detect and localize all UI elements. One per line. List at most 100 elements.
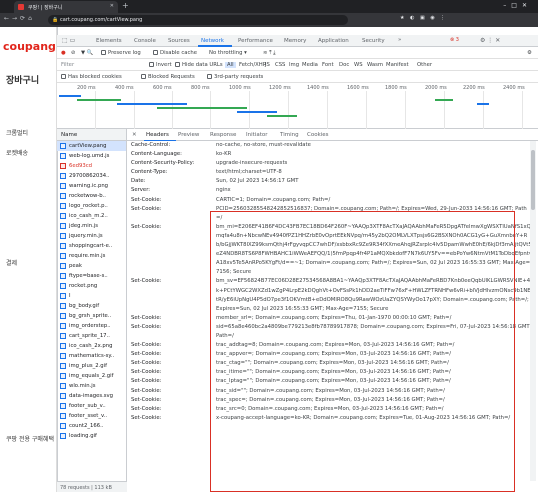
preserve-log-checkbox[interactable]: Preserve log <box>101 50 141 56</box>
request-item[interactable]: shoppingcart-e.. <box>57 241 126 251</box>
filter-ws[interactable]: WS <box>354 62 363 68</box>
request-item[interactable]: mathematics-sy.. <box>57 351 126 361</box>
request-item[interactable]: jquery.min.js <box>57 231 126 241</box>
header-row: Set-Cookie: PCID=25603285548242852516837;… <box>127 205 538 223</box>
request-item[interactable]: img_equals_2.gif <box>57 371 126 381</box>
disable-cache-checkbox[interactable]: Disable cache <box>153 50 197 56</box>
request-name: shoppingcart-e.. <box>69 243 113 249</box>
scrollbar-thumb[interactable] <box>531 150 535 210</box>
filter-manifest[interactable]: Manifest <box>386 62 409 68</box>
request-item[interactable]: count2_166.. <box>57 421 126 431</box>
request-item[interactable]: img_plus_2.gif <box>57 361 126 371</box>
request-item[interactable]: data-images.svg <box>57 391 126 401</box>
new-tab-icon[interactable]: + <box>122 1 129 10</box>
request-item[interactable]: ico_cash_2x.png <box>57 341 126 351</box>
request-item[interactable]: img_orderstep.. <box>57 321 126 331</box>
header-key: Set-Cookie: <box>131 369 162 376</box>
request-item[interactable]: ico_cash_m.2.. <box>57 211 126 221</box>
request-item[interactable]: loading.gif <box>57 431 126 441</box>
request-item[interactable]: footer_sset_v.. <box>57 411 126 421</box>
request-item[interactable]: require.min.js <box>57 251 126 261</box>
tab-network[interactable]: Network <box>201 38 224 44</box>
request-item[interactable]: web-log.umd.js <box>57 151 126 161</box>
request-item[interactable]: ftype=base-s.. <box>57 271 126 281</box>
invert-checkbox[interactable]: Invert <box>149 62 172 68</box>
clear-icon[interactable]: ⊘ <box>71 50 75 56</box>
tab-cookies[interactable]: Cookies <box>307 132 329 138</box>
name-column-header[interactable]: Name <box>57 129 127 141</box>
request-item[interactable]: logo_rocket.p.. <box>57 201 126 211</box>
site-text: 로켓배송 <box>6 150 29 157</box>
request-item[interactable]: jdeg.min.js <box>57 221 126 231</box>
request-item[interactable]: bg_grsh_sprite.. <box>57 311 126 321</box>
filter-doc[interactable]: Doc <box>339 62 349 68</box>
navigation-buttons[interactable]: ←→⟳⌂ <box>4 15 35 22</box>
filter-icon[interactable]: ▼ 🔍 <box>81 50 93 56</box>
filter-input[interactable]: Filter <box>61 62 74 68</box>
close-tab-icon[interactable]: ✕ <box>110 3 114 9</box>
header-value: sid=65a8e460bc2a4809be779213e8fb78789917… <box>216 323 532 339</box>
record-icon[interactable]: ● <box>61 50 66 56</box>
disable-cache-label: Disable cache <box>160 50 198 56</box>
request-item[interactable]: I <box>57 291 126 301</box>
header-value: trac_lptag=""; Domain=.coupang.com; Expi… <box>216 378 451 385</box>
site-logo[interactable]: coupang <box>3 40 56 53</box>
request-item[interactable]: rocket.png <box>57 281 126 291</box>
filter-other[interactable]: Other <box>417 62 432 68</box>
site-text: 결제 <box>6 260 18 267</box>
timeline-gridline <box>366 91 367 129</box>
throttling-select[interactable]: No throttling ▾ <box>209 50 247 56</box>
blocked-requests-checkbox[interactable]: Blocked Requests <box>141 74 195 80</box>
tab-sources[interactable]: Sources <box>168 38 190 44</box>
timeline-gridline <box>327 91 328 129</box>
window-controls[interactable]: –□✕ <box>503 2 532 9</box>
request-item[interactable]: footer_sub_v.. <box>57 401 126 411</box>
tab-memory[interactable]: Memory <box>284 38 306 44</box>
filter-all[interactable]: All <box>225 62 236 68</box>
filter-css[interactable]: CSS <box>275 62 285 68</box>
tab-elements[interactable]: Elements <box>96 38 122 44</box>
network-settings-icon[interactable]: ⚙ <box>527 50 532 56</box>
inspect-icon[interactable]: ⬚ ▭ <box>62 37 75 44</box>
tab-initiator[interactable]: Initiator <box>246 132 267 138</box>
network-conditions-icon[interactable]: ≋ ⤒ ⤓ <box>263 50 276 57</box>
filter-img[interactable]: Img <box>289 62 299 68</box>
more-tabs-icon[interactable]: » <box>398 37 401 43</box>
filter-font[interactable]: Font <box>322 62 334 68</box>
header-value: upgrade-insecure-requests <box>216 160 288 167</box>
tab-response[interactable]: Response <box>210 132 236 138</box>
request-item[interactable]: rocketwow-b.. <box>57 191 126 201</box>
request-item[interactable]: 6ed93cd <box>57 161 126 171</box>
network-timeline[interactable]: 200 ms 400 ms 600 ms 800 ms 1000 ms 1200… <box>57 83 538 129</box>
close-detail-icon[interactable]: ✕ <box>132 132 137 138</box>
tab-timing[interactable]: Timing <box>280 132 299 138</box>
tab-headers[interactable]: Headers <box>146 132 169 138</box>
request-name: img_equals_2.gif <box>69 373 114 379</box>
tab-security[interactable]: Security <box>362 38 385 44</box>
request-item[interactable]: cartView.pang <box>57 141 126 151</box>
request-item[interactable]: 29700862034.. <box>57 171 126 181</box>
filter-js[interactable]: JS <box>265 62 270 68</box>
request-item[interactable]: warning.ic.png <box>57 181 126 191</box>
tab-performance[interactable]: Performance <box>238 38 273 44</box>
tab-console[interactable]: Console <box>134 38 156 44</box>
filter-media[interactable]: Media <box>302 62 318 68</box>
settings-icon[interactable]: ⚙ ⋮ ✕ <box>480 37 500 44</box>
filter-wasm[interactable]: Wasm <box>367 62 383 68</box>
request-item[interactable]: wlo.min.js <box>57 381 126 391</box>
extension-icons[interactable]: ★ ◐ ▣ ◉ ⋮ <box>400 15 447 21</box>
request-item[interactable]: bg_body.gif <box>57 301 126 311</box>
request-item[interactable]: peak <box>57 261 126 271</box>
request-item[interactable]: cart_sprite_17.. <box>57 331 126 341</box>
error-badge[interactable]: ⊗ 3 <box>450 37 459 43</box>
third-party-checkbox[interactable]: 3rd-party requests <box>207 74 263 80</box>
blocked-cookies-checkbox[interactable]: Has blocked cookies <box>61 74 122 80</box>
tab-application[interactable]: Application <box>318 38 349 44</box>
header-value: bm_sv=EF56824B77EC06D28E27534568A8BA1~YA… <box>216 278 531 312</box>
hide-data-urls-checkbox[interactable]: Hide data URLs <box>175 62 223 68</box>
tab-preview[interactable]: Preview <box>178 132 199 138</box>
url-field[interactable]: 🔒 cart.coupang.com/cartView.pang <box>48 15 348 25</box>
filter-fetch[interactable]: Fetch/XHR <box>239 62 266 68</box>
browser-tab[interactable]: 쿠팡! | 장바구니 ✕ <box>14 1 118 13</box>
request-name: ico_cash_2x.png <box>69 343 113 349</box>
